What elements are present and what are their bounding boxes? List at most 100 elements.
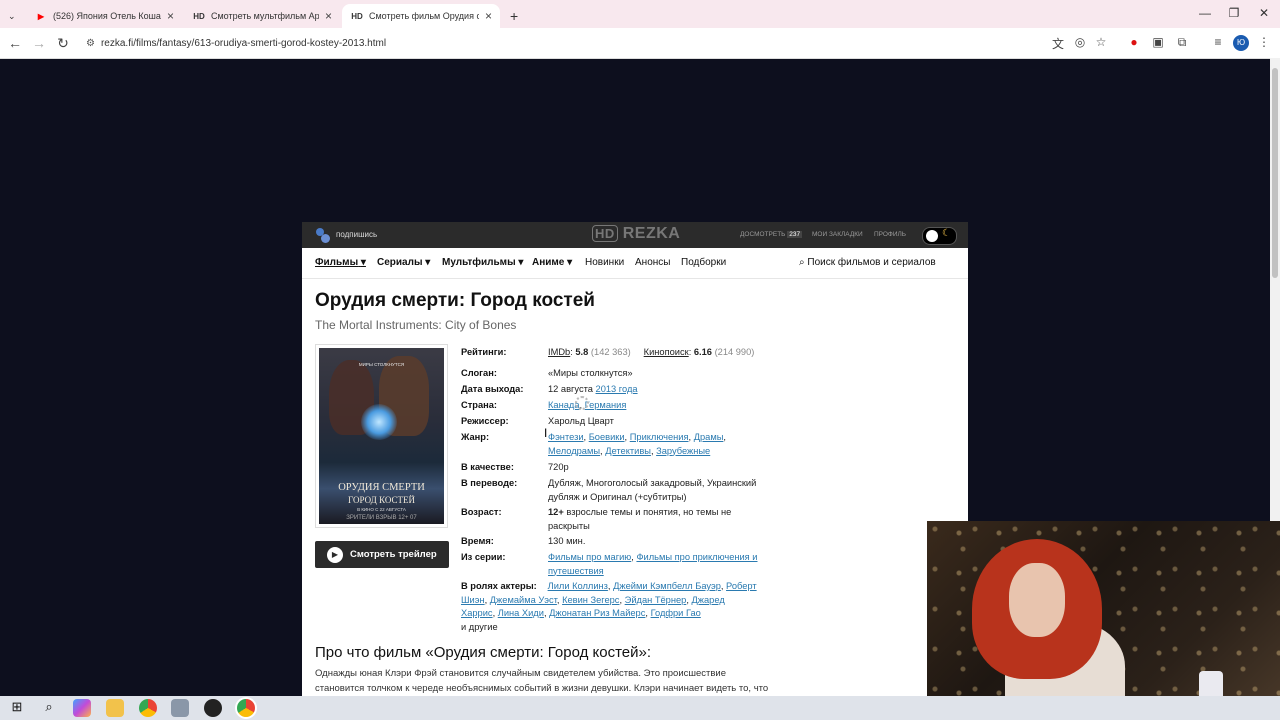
genre-link[interactable]: Детективы	[605, 446, 651, 456]
site-info-icon[interactable]: ⚙	[86, 38, 95, 49]
chevron-down-icon: ▾	[567, 257, 573, 268]
scrollbar-thumb[interactable]	[1272, 68, 1278, 278]
file-explorer-icon[interactable]	[106, 699, 124, 717]
profile-avatar[interactable]: Ю	[1233, 35, 1249, 51]
close-icon[interactable]: ×	[485, 9, 492, 23]
app-icon[interactable]	[171, 699, 189, 717]
series-link[interactable]: Фильмы про магию	[548, 552, 631, 562]
nav-series[interactable]: Сериалы ▾	[377, 257, 430, 268]
logo-text: REZKA	[622, 225, 681, 242]
chrome-icon[interactable]	[139, 699, 157, 717]
release-day: 12 августа	[548, 384, 593, 394]
label-genre: Жанр:	[461, 432, 490, 442]
nav-cartoons-label: Мультфильмы	[442, 257, 516, 268]
translate-icon[interactable]: 文	[1050, 35, 1066, 51]
tab-1[interactable]: ▶ (526) Япония Отель Кошачий ×	[26, 4, 182, 28]
watch-later-count: 237	[787, 231, 803, 238]
new-tab-button[interactable]: +	[502, 4, 524, 28]
bookmark-star-icon[interactable]: ☆	[1093, 35, 1109, 51]
site-page: подпишись HD REZKA ДОСМОТРЕТЬ 237 МОИ ЗА…	[302, 222, 968, 709]
chevron-down-icon: ▾	[425, 257, 431, 268]
obs-icon[interactable]	[204, 699, 222, 717]
actor-link[interactable]: Годфри Гао	[651, 608, 701, 618]
time-value: 130 мин.	[548, 536, 586, 546]
subscribe-link[interactable]: подпишись	[336, 230, 377, 239]
label-quality: В качестве:	[461, 462, 514, 472]
address-bar: ← → ↻ ⚙ rezka.fi/films/fantasy/613-orudi…	[0, 28, 1280, 59]
poster-image: МИРЫ СТОЛКНУТСЯ ОРУДИЯ СМЕРТИ ГОРОД КОСТ…	[319, 348, 444, 524]
extension-icon[interactable]: ▣	[1150, 35, 1166, 51]
tab-3-active[interactable]: HD Смотреть фильм Орудия смер ×	[342, 4, 500, 28]
genre-link[interactable]: Драмы	[694, 432, 724, 442]
release-year-link[interactable]: 2013 года	[596, 384, 638, 394]
watch-later-link[interactable]: ДОСМОТРЕТЬ 237	[740, 231, 803, 238]
quality-value: 720p	[548, 462, 569, 472]
tab-title: Смотреть мультфильм Аркейн	[211, 11, 319, 21]
reload-icon[interactable]: ↻	[54, 35, 72, 52]
actor-link[interactable]: Джемайма Уэст	[490, 595, 557, 605]
site-header: подпишись HD REZKA ДОСМОТРЕТЬ 237 МОИ ЗА…	[302, 222, 968, 248]
imdb-link[interactable]: IMDb	[548, 347, 570, 357]
bookmarks-link[interactable]: МОИ ЗАКЛАДКИ	[812, 231, 863, 238]
nav-news[interactable]: Новинки	[585, 257, 624, 268]
actor-link[interactable]: Кевин Зегерс	[562, 595, 619, 605]
label-series: Из серии:	[461, 552, 506, 562]
window-close-icon[interactable]: ✕	[1256, 6, 1272, 20]
label-director: Режиссер:	[461, 416, 509, 426]
kinopoisk-link[interactable]: Кинопоиск	[644, 347, 689, 357]
actor-link[interactable]: Эйдан Тёрнер	[625, 595, 687, 605]
menu-icon[interactable]: ⋮	[1256, 35, 1272, 51]
country-link[interactable]: Германия	[585, 400, 627, 410]
close-icon[interactable]: ×	[325, 9, 332, 23]
site-logo[interactable]: HD REZKA	[592, 225, 680, 243]
actor-link[interactable]: Лили Коллинз	[548, 581, 608, 591]
site-search[interactable]: ⌕ Поиск фильмов и сериалов	[799, 257, 936, 268]
eye-off-icon[interactable]: ◎	[1072, 35, 1088, 51]
tab-search-button[interactable]: ⌄	[0, 4, 26, 28]
windows-start-icon[interactable]: ⊞	[8, 699, 26, 717]
nav-films[interactable]: Фильмы ▾	[315, 257, 366, 268]
tab-2[interactable]: HD Смотреть мультфильм Аркейн ×	[184, 4, 340, 28]
webcam-overlay	[927, 521, 1280, 720]
search-icon[interactable]: ⌕	[40, 699, 58, 717]
chrome-profile-icon[interactable]	[237, 699, 255, 717]
nav-anime[interactable]: Аниме ▾	[532, 257, 572, 268]
play-icon: ▶	[327, 546, 343, 563]
theme-toggle[interactable]: ☾	[922, 227, 957, 245]
subscribe-icon[interactable]	[315, 227, 331, 243]
genre-link[interactable]: Фэнтези	[548, 432, 584, 442]
label-country: Страна:	[461, 400, 497, 410]
forward-icon[interactable]: →	[30, 35, 48, 51]
poster-glow	[361, 404, 397, 440]
opera-icon[interactable]: ●	[1126, 35, 1142, 51]
trailer-button[interactable]: ▶ Смотреть трейлер	[315, 541, 449, 568]
nav-announcements[interactable]: Анонсы	[635, 257, 670, 268]
url-field[interactable]: ⚙ rezka.fi/films/fantasy/613-orudiya-sme…	[80, 32, 1120, 54]
chevron-down-icon: ▾	[518, 257, 524, 268]
actor-link[interactable]: Джейми Кэмпбелл Бауэр	[613, 581, 721, 591]
copilot-icon[interactable]	[73, 699, 91, 717]
restore-icon[interactable]: ❐	[1226, 6, 1242, 20]
poster-frame[interactable]: МИРЫ СТОЛКНУТСЯ ОРУДИЯ СМЕРТИ ГОРОД КОСТ…	[315, 344, 448, 528]
back-icon[interactable]: ←	[6, 35, 24, 51]
reading-list-icon[interactable]: ≡	[1210, 35, 1226, 51]
mouse-cursor-icon: I	[544, 426, 548, 440]
genre-link[interactable]: Мелодрамы	[548, 446, 600, 456]
profile-link[interactable]: ПРОФИЛЬ	[874, 231, 906, 238]
close-icon[interactable]: ×	[167, 9, 174, 23]
loading-spinner-icon	[575, 396, 589, 410]
genre-link[interactable]: Боевики	[589, 432, 625, 442]
genre-link[interactable]: Зарубежные	[656, 446, 710, 456]
nav-collections[interactable]: Подборки	[681, 257, 726, 268]
minimize-icon[interactable]: —	[1197, 6, 1213, 20]
toggle-knob	[926, 230, 938, 242]
nav-cartoons[interactable]: Мультфильмы ▾	[442, 257, 523, 268]
kinopoisk-votes: (214 990)	[714, 347, 755, 357]
genre-link[interactable]: Приключения	[630, 432, 689, 442]
tab-title: Смотреть фильм Орудия смер	[369, 11, 479, 21]
puzzle-icon[interactable]: ⧉	[1174, 35, 1190, 51]
actor-link[interactable]: Лина Хиди	[498, 608, 544, 618]
label-release: Дата выхода:	[461, 384, 524, 394]
poster-subtitle: ГОРОД КОСТЕЙ	[348, 495, 415, 505]
actor-link[interactable]: Джонатан Риз Майерс	[549, 608, 645, 618]
